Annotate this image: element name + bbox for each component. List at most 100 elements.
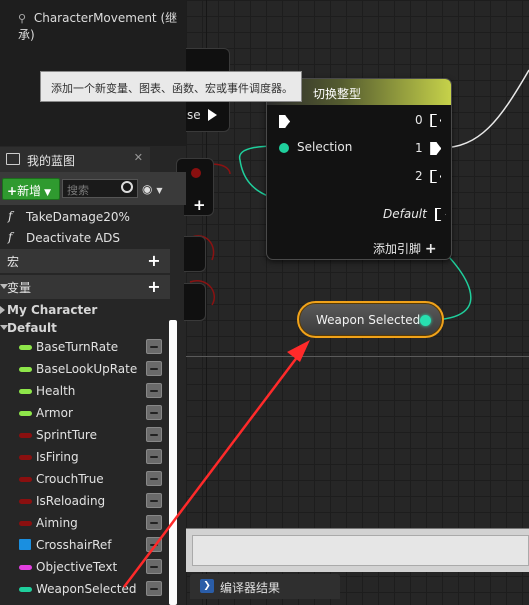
weapon-selected-getter-node[interactable]: Weapon Selected <box>297 301 444 338</box>
variable-label: Health <box>36 384 76 398</box>
chevron-down-icon: ▼ <box>156 186 163 195</box>
collapse-icon <box>0 325 8 330</box>
visibility-eye-icon[interactable] <box>146 427 162 442</box>
visibility-eye-icon[interactable] <box>146 405 162 420</box>
view-options-button[interactable]: ◉ ▼ <box>142 182 162 196</box>
category-my-character[interactable]: My Character <box>0 300 170 318</box>
variable-type-pill <box>19 499 32 504</box>
output-0-row[interactable]: 0 <box>415 113 442 127</box>
eye-icon: ◉ <box>142 182 153 196</box>
variable-label: IsFiring <box>36 450 79 464</box>
scrollbar-thumb[interactable] <box>169 320 177 605</box>
variable-label: Aiming <box>36 516 78 530</box>
variable-type-pill <box>19 389 32 394</box>
visibility-eye-icon[interactable] <box>146 493 162 508</box>
visibility-eye-icon[interactable] <box>146 581 162 596</box>
variable-item[interactable]: BaseTurnRate <box>0 336 170 358</box>
variable-item[interactable]: Aiming <box>0 512 170 534</box>
output-2-pin[interactable] <box>430 170 442 183</box>
add-pin-button[interactable]: 添加引脚 + <box>373 240 437 257</box>
variable-type-pill <box>19 367 32 372</box>
graph-bottom-bar-inner <box>192 535 529 566</box>
add-new-label: 新增 <box>17 184 42 198</box>
variable-label: CrouchTrue <box>36 472 104 486</box>
close-icon[interactable]: ✕ <box>134 151 143 164</box>
function-label: TakeDamage20% <box>26 210 130 224</box>
default-label: Default <box>383 207 427 221</box>
partial-node-label: se <box>187 108 201 122</box>
character-movement-item[interactable]: ⚲ CharacterMovement (继承) <box>18 9 186 43</box>
variable-item[interactable]: WeaponSelected <box>0 578 170 600</box>
selection-pin-row[interactable]: Selection <box>279 140 352 154</box>
visibility-eye-icon[interactable] <box>146 361 162 376</box>
bool-pin[interactable] <box>191 168 201 178</box>
plus-icon: + <box>424 241 437 257</box>
variable-item[interactable]: SprintTure <box>0 424 170 446</box>
exec-in-pin[interactable] <box>279 114 290 128</box>
exec-out-pin-2[interactable] <box>208 109 217 121</box>
variable-type-pill <box>19 345 32 350</box>
category-default-label: Default <box>7 321 57 335</box>
variables-section-header[interactable]: 变量 + <box>0 275 170 299</box>
collapse-icon <box>0 284 8 289</box>
add-macro-button[interactable]: + <box>146 253 162 269</box>
component-icon: ⚲ <box>18 12 27 25</box>
visibility-eye-icon[interactable] <box>146 471 162 486</box>
chevron-down-icon: ▼ <box>44 188 51 198</box>
search-placeholder: 搜索 <box>67 184 89 197</box>
variable-type-pill <box>19 587 32 592</box>
exec-wire <box>439 69 529 149</box>
visibility-eye-icon[interactable] <box>146 339 162 354</box>
variables-section-label: 变量 <box>7 281 32 295</box>
variable-label: CrosshairRef <box>36 538 112 552</box>
visibility-eye-icon[interactable] <box>146 383 162 398</box>
output-0-pin[interactable] <box>430 114 442 127</box>
output-1-pin[interactable] <box>430 142 442 155</box>
function-icon: f <box>8 209 13 223</box>
macros-section-header[interactable]: 宏 + <box>0 249 170 273</box>
function-icon: f <box>8 230 13 244</box>
variable-item[interactable]: Health <box>0 380 170 402</box>
tab-my-blueprint[interactable]: 我的蓝图 ✕ <box>0 147 150 172</box>
variable-type-pill <box>19 455 32 460</box>
add-pin-label: 添加引脚 <box>373 242 422 256</box>
add-new-button[interactable]: +新增 ▼ <box>2 178 60 200</box>
output-1-row[interactable]: 1 <box>415 141 442 155</box>
default-pin[interactable] <box>434 208 446 221</box>
variable-item[interactable]: IsReloading <box>0 490 170 512</box>
variable-type-pill <box>19 477 32 482</box>
variable-item[interactable]: IsFiring <box>0 446 170 468</box>
selection-label: Selection <box>297 140 353 154</box>
variable-type-pill <box>19 521 32 526</box>
compiler-tab-label: 编译器结果 <box>220 581 281 595</box>
variable-item[interactable]: BaseLookUpRate <box>0 358 170 380</box>
search-icon[interactable] <box>121 181 133 193</box>
my-blueprint-toolbar: +新增 ▼ 搜索 ◉ ▼ <box>0 172 186 205</box>
variable-item[interactable]: ObjectiveText <box>0 556 170 578</box>
variable-item[interactable]: CrosshairRef <box>0 534 170 556</box>
function-item[interactable]: f Deactivate ADS <box>0 228 170 250</box>
category-my-character-label: My Character <box>7 303 98 317</box>
weapon-output-pin[interactable] <box>420 315 431 326</box>
visibility-eye-icon[interactable] <box>146 537 162 552</box>
add-pin-icon[interactable]: + <box>193 196 206 214</box>
output-2-row[interactable]: 2 <box>415 169 442 183</box>
output-2-label: 2 <box>415 169 423 183</box>
variable-item[interactable]: Armor <box>0 402 170 424</box>
compiler-results-tab[interactable]: ❯ 编译器结果 <box>190 574 340 599</box>
variable-label: Armor <box>36 406 73 420</box>
add-variable-button[interactable]: + <box>146 279 162 295</box>
function-label: Deactivate ADS <box>26 231 121 245</box>
switch-on-int-node[interactable]: 切换整型 Selection 0 1 2 Default 添加引脚 + <box>266 78 452 260</box>
function-item[interactable]: f TakeDamage20% <box>0 207 170 229</box>
visibility-eye-icon[interactable] <box>146 515 162 530</box>
default-row[interactable]: Default <box>383 207 446 221</box>
visibility-eye-icon[interactable] <box>146 559 162 574</box>
switch-node-title: 切换整型 <box>313 87 362 101</box>
visibility-eye-icon[interactable] <box>146 449 162 464</box>
variable-item[interactable]: CrouchTrue <box>0 468 170 490</box>
category-default[interactable]: Default <box>0 318 170 336</box>
tooltip-text: 添加一个新变量、图表、函数、宏或事件调度器。 <box>51 82 293 95</box>
plus-icon: + <box>7 184 18 198</box>
selection-pin[interactable] <box>279 142 289 153</box>
